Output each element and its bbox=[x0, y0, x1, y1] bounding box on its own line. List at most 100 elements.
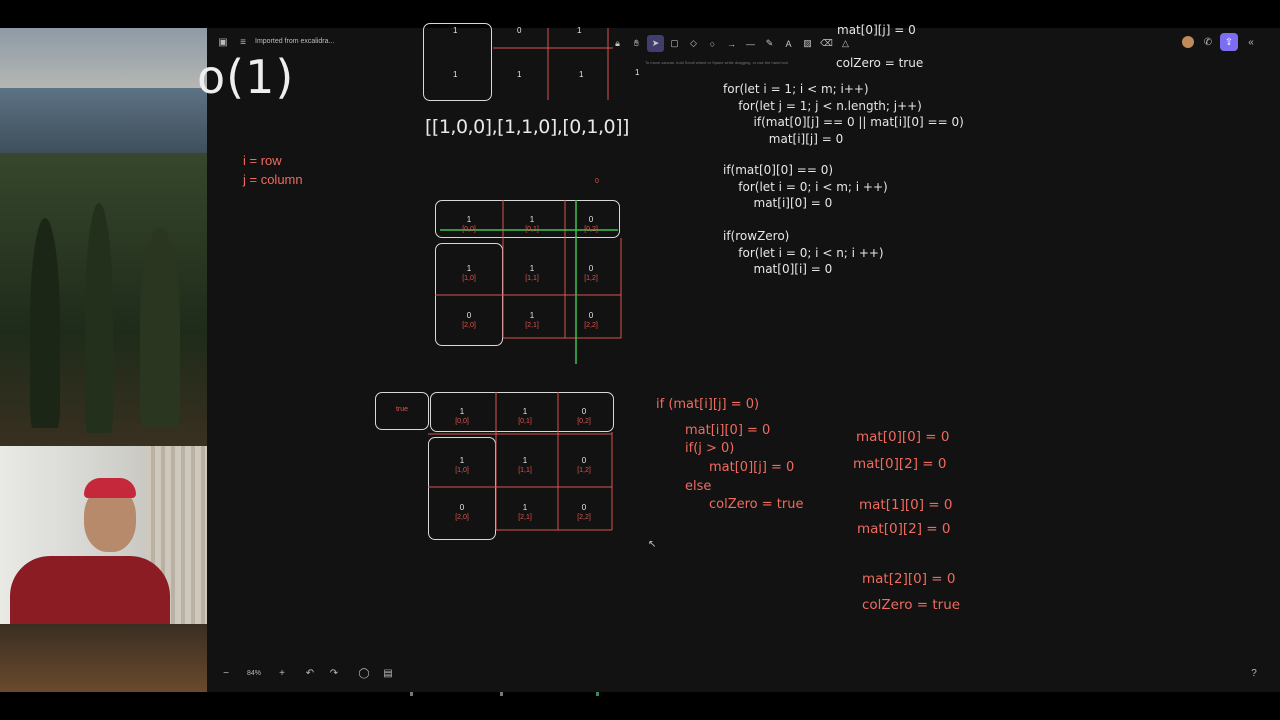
matrix-cell-value: 0 bbox=[581, 407, 587, 416]
avatar[interactable] bbox=[1182, 36, 1194, 48]
presentation-icon[interactable]: ▤ bbox=[379, 664, 397, 682]
matrix-cell-value: 1 bbox=[522, 503, 528, 512]
matrix-cell-index: [1,0] bbox=[455, 467, 469, 474]
video-progress-tick bbox=[410, 692, 413, 696]
undo-icon[interactable]: ↶ bbox=[301, 664, 319, 682]
shape-toolbar: 🔒︎ ✋︎ ➤ ▢ ◇ ○ → — ✎ A ▨ ⌫ △ bbox=[609, 35, 854, 52]
matrix-cell-value: 0 bbox=[588, 264, 594, 273]
person-beanie bbox=[84, 478, 136, 498]
matrix-cell-value: 1 bbox=[459, 456, 465, 465]
top-cell: 1 bbox=[579, 70, 584, 79]
matrix-cell-index: [2,2] bbox=[577, 514, 591, 521]
top-matrix-grid bbox=[493, 28, 613, 100]
video-progress-tick bbox=[500, 692, 503, 696]
diamond-icon[interactable]: ◇ bbox=[685, 35, 702, 52]
matrix-cell-value: 0 bbox=[588, 215, 594, 224]
matrix-cell-value: 1 bbox=[466, 215, 472, 224]
code-colzero-line: colZero = true bbox=[836, 56, 924, 70]
colzero-flag: true bbox=[395, 406, 409, 413]
matrix-cell-index: [2,2] bbox=[584, 322, 598, 329]
phone-icon[interactable]: ✆ bbox=[1199, 33, 1217, 51]
matrix-cell-index: [1,2] bbox=[584, 275, 598, 282]
matrix-cell-value: 0 bbox=[588, 311, 594, 320]
matrix-cell-index: [0,2] bbox=[584, 226, 598, 233]
code-block-first-column: if(mat[0][0] == 0) for(let i = 0; i < m;… bbox=[723, 162, 888, 212]
top-letterbox bbox=[0, 0, 1280, 28]
code-line: if(rowZero) bbox=[723, 229, 790, 243]
matrix-cell-value: 1 bbox=[522, 456, 528, 465]
red-note: colZero = true bbox=[862, 597, 961, 613]
selection-icon[interactable]: ➤ bbox=[647, 35, 664, 52]
matrix-cell-value: 1 bbox=[466, 264, 472, 273]
matrix-cell-index: [0,2] bbox=[577, 418, 591, 425]
comment-icon[interactable]: ◯ bbox=[355, 664, 373, 682]
matrix-cell-value: 0 bbox=[581, 503, 587, 512]
tree bbox=[85, 203, 113, 433]
code-line: for(let j = 1; j < n.length; j++) bbox=[723, 98, 922, 113]
hand-icon[interactable]: ✋︎ bbox=[628, 35, 645, 52]
matrix-cell-value: 0 bbox=[466, 311, 472, 320]
red-note: mat[0][2] = 0 bbox=[853, 456, 947, 472]
matrix-cell-value: 1 bbox=[459, 407, 465, 416]
red-note: mat[0][2] = 0 bbox=[857, 521, 951, 537]
video-progress-tick bbox=[596, 692, 599, 696]
code-line: if(mat[0][j] == 0 || mat[i][0] == 0) bbox=[723, 115, 964, 129]
image-icon[interactable]: ▨ bbox=[799, 35, 816, 52]
code-line: mat[i][0] = 0 bbox=[723, 196, 833, 210]
colzero-flag-box: true bbox=[375, 392, 429, 430]
zoom-out-icon[interactable]: − bbox=[217, 664, 235, 682]
import-label: Imported from excalidra... bbox=[255, 38, 335, 45]
top-cell: 0 bbox=[517, 26, 522, 35]
arrow-icon[interactable]: → bbox=[723, 35, 740, 52]
top-cell-extra: 1 bbox=[635, 68, 640, 77]
top-cell: 1 bbox=[453, 26, 458, 35]
code-line: mat[0][i] = 0 bbox=[723, 262, 833, 276]
ellipse-icon[interactable]: ○ bbox=[704, 35, 721, 52]
matrix-cell-index: [0,0] bbox=[455, 418, 469, 425]
code-line: if(mat[0][0] == 0) bbox=[723, 163, 834, 177]
tool-hint: To move canvas, hold Scroll wheel or Spa… bbox=[645, 60, 788, 65]
matrix-cell-value: 0 bbox=[581, 456, 587, 465]
webcam-feed bbox=[0, 446, 207, 626]
matrix-cell-index: [1,1] bbox=[518, 467, 532, 474]
menu-icon[interactable]: ≡ bbox=[234, 33, 252, 51]
code-line: for(let i = 0; i < m; i ++) bbox=[723, 179, 888, 194]
code-line: for(let i = 0; i < n; i ++) bbox=[723, 245, 884, 260]
red-code-line: mat[0][j] = 0 bbox=[709, 460, 795, 475]
top-cell: 1 bbox=[517, 70, 522, 79]
rectangle-icon[interactable]: ▢ bbox=[666, 35, 683, 52]
red-note: mat[0][0] = 0 bbox=[856, 429, 950, 445]
matrix-cell-index: [2,0] bbox=[455, 514, 469, 521]
zoom-level[interactable]: 84% bbox=[241, 670, 267, 677]
matrix-cell-index: [0,0] bbox=[462, 226, 476, 233]
matrix-cell-value: 1 bbox=[529, 264, 535, 273]
legend-row: i = row bbox=[243, 153, 282, 168]
share-icon[interactable]: ⇪ bbox=[1220, 33, 1238, 51]
eraser-icon[interactable]: ⌫ bbox=[818, 35, 835, 52]
red-note: mat[1][0] = 0 bbox=[859, 497, 953, 513]
zoom-in-icon[interactable]: + bbox=[273, 664, 291, 682]
line-icon[interactable]: — bbox=[742, 35, 759, 52]
red-code-line: mat[i][0] = 0 bbox=[685, 423, 771, 438]
matrix-cell-value: 1 bbox=[529, 215, 535, 224]
tree bbox=[140, 228, 180, 428]
library-icon[interactable]: ▣ bbox=[214, 33, 232, 51]
matrix-cell-index: [1,0] bbox=[462, 275, 476, 282]
tree bbox=[30, 218, 60, 428]
matrix-literal: [[1,0,0],[1,1,0],[0,1,0]] bbox=[425, 116, 629, 138]
text-icon[interactable]: A bbox=[780, 35, 797, 52]
bottom-letterbox bbox=[0, 692, 1280, 720]
drawing-canvas[interactable]: ▣ ≡ Imported from excalidra... 🔒︎ ✋︎ ➤ ▢… bbox=[197, 23, 1280, 692]
help-icon[interactable]: ? bbox=[1245, 664, 1263, 682]
code-partial-line: mat[0][j] = 0 bbox=[837, 23, 916, 37]
redo-icon[interactable]: ↷ bbox=[325, 664, 343, 682]
legend-column: j = column bbox=[243, 172, 303, 187]
matrix-marker: 0 bbox=[595, 178, 599, 185]
video-overlay-panel bbox=[0, 28, 207, 692]
pencil-icon[interactable]: ✎ bbox=[761, 35, 778, 52]
collapse-icon[interactable]: « bbox=[1242, 33, 1260, 51]
matrix-cell-value: 1 bbox=[529, 311, 535, 320]
mouse-cursor-icon: ↖ bbox=[648, 539, 657, 550]
mountains bbox=[0, 88, 207, 158]
matrix-cell-index: [1,1] bbox=[525, 275, 539, 282]
